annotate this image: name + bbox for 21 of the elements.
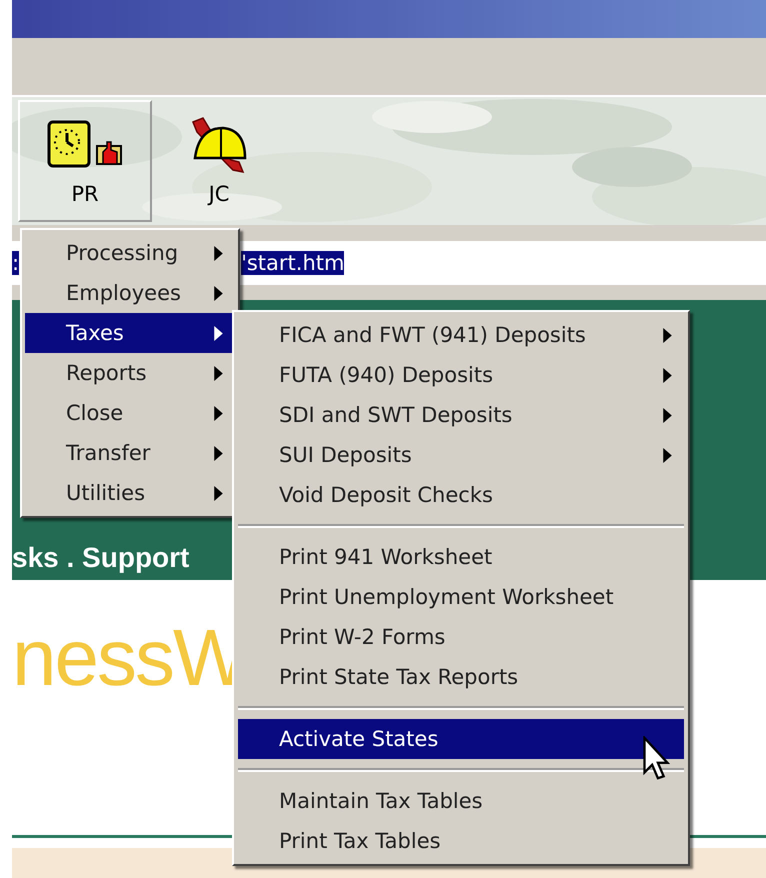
menu-item[interactable]: SDI and SWT Deposits bbox=[238, 395, 684, 435]
menu-item[interactable]: FUTA (940) Deposits bbox=[238, 355, 684, 395]
menu-item[interactable]: Print 941 Worksheet bbox=[238, 537, 684, 577]
menu-item[interactable]: Print W-2 Forms bbox=[238, 617, 684, 657]
menu-item[interactable]: Utilities bbox=[25, 473, 235, 513]
menu-item[interactable]: Print Unemployment Worksheet bbox=[238, 577, 684, 617]
menu-item[interactable]: Taxes bbox=[25, 313, 235, 353]
menu-item[interactable]: SUI Deposits bbox=[238, 435, 684, 475]
menu-item[interactable]: FICA and FWT (941) Deposits bbox=[238, 315, 684, 355]
menu-item[interactable]: Transfer bbox=[25, 433, 235, 473]
toolbar-button[interactable]: JC bbox=[152, 100, 286, 222]
menu-item[interactable]: Maintain Tax Tables bbox=[238, 781, 684, 821]
menu-item[interactable]: Print Tax Tables bbox=[238, 821, 684, 861]
mouse-pointer-icon bbox=[642, 736, 670, 782]
toolbar-button[interactable]: PR bbox=[18, 100, 152, 222]
nav-text: sks . Support bbox=[12, 540, 190, 575]
menu-item[interactable]: Void Deposit Checks bbox=[238, 475, 684, 515]
menu-item[interactable]: Print State Tax Reports bbox=[238, 657, 684, 697]
menu-item[interactable]: Reports bbox=[25, 353, 235, 393]
menu-item[interactable]: Close bbox=[25, 393, 235, 433]
menu-item[interactable]: Activate States bbox=[238, 719, 684, 759]
